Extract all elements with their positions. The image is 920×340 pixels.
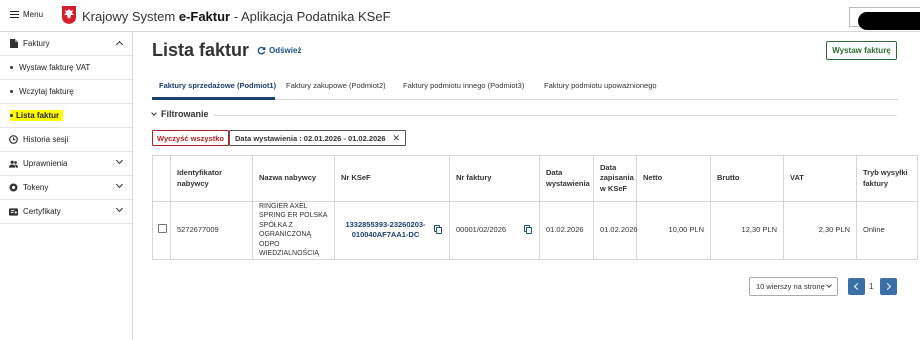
clear-all-filters-button[interactable]: Wyczyść wszystko xyxy=(152,130,229,146)
certificate-icon xyxy=(9,207,18,216)
select-column-header xyxy=(152,155,171,202)
previous-page-button[interactable] xyxy=(848,278,865,295)
copy-icon[interactable] xyxy=(434,225,443,235)
top-bar: Menu Krajowy System e-Faktur - Aplikacja… xyxy=(0,0,920,32)
column-header[interactable]: Brutto xyxy=(710,155,784,202)
app-title-prefix: Krajowy System xyxy=(82,9,179,24)
sidebar-item-label: Certyfikaty xyxy=(23,207,61,216)
sidebar: Faktury Wystaw fakturę VAT Wczytaj faktu… xyxy=(0,32,133,340)
user-name-redacted xyxy=(858,12,920,30)
sidebar-item-label: Faktury xyxy=(23,39,50,48)
chevron-up-icon xyxy=(115,40,124,49)
users-icon xyxy=(9,159,18,168)
gross-amount-cell: 12,30 PLN xyxy=(710,201,784,260)
filter-divider xyxy=(213,115,897,116)
sidebar-item-label: Wczytaj fakturę xyxy=(19,87,74,96)
sidebar-item-uprawnienia[interactable]: Uprawnienia xyxy=(0,152,132,176)
main-content: Lista faktur Odśwież Wystaw fakturę Fakt… xyxy=(134,32,920,340)
sidebar-item-label: Uprawnienia xyxy=(23,159,68,168)
table-header-row: Identyfikator nabywcy Nazwa nabywcy Nr K… xyxy=(152,155,918,202)
column-header[interactable]: VAT xyxy=(783,155,857,202)
chevron-left-icon xyxy=(853,282,862,291)
column-header[interactable]: Identyfikator nabywcy xyxy=(170,155,253,202)
sidebar-item-lista-faktur[interactable]: Lista faktur xyxy=(0,104,132,128)
tab-faktury-zakupowe[interactable]: Faktury zakupowe (Podmiot2) xyxy=(286,81,386,90)
buyer-id-cell: 5272677009 xyxy=(170,201,253,260)
column-header[interactable]: Netto xyxy=(636,155,711,202)
sidebar-item-historia-sesji[interactable]: Historia sesji xyxy=(0,128,132,152)
polish-eagle-logo-icon xyxy=(62,6,76,24)
tab-faktury-podmiotu-upowaznionego[interactable]: Faktury podmiotu upoważnionego xyxy=(544,81,657,90)
clock-icon xyxy=(9,135,18,144)
issue-invoice-button[interactable]: Wystaw fakturę xyxy=(826,41,897,60)
refresh-icon xyxy=(257,46,266,55)
sidebar-item-label: Historia sesji xyxy=(23,135,69,144)
column-header[interactable]: Tryb wysyłki faktury xyxy=(856,155,918,202)
active-tab-indicator xyxy=(152,97,275,100)
copy-icon[interactable] xyxy=(524,225,533,235)
chevron-down-icon xyxy=(115,180,124,189)
sidebar-item-certyfikaty[interactable]: Certyfikaty xyxy=(0,200,132,224)
refresh-button[interactable]: Odśwież xyxy=(257,46,301,55)
net-amount-cell: 10,00 PLN xyxy=(636,201,711,260)
vat-amount-cell: 2,30 PLN xyxy=(783,201,857,260)
column-header[interactable]: Data wystawienia xyxy=(539,155,594,202)
chevron-down-icon xyxy=(115,156,124,165)
saved-date-cell: 01.02.2026 xyxy=(593,201,638,260)
rows-per-page-select[interactable]: 10 wierszy na stronę xyxy=(749,277,838,296)
sidebar-item-label: Tokeny xyxy=(23,183,49,192)
app-title-suffix: - Aplikacja Podatnika KSeF xyxy=(230,9,391,24)
page-title: Lista faktur xyxy=(152,40,250,60)
sidebar-item-wystaw-fakture-vat[interactable]: Wystaw fakturę VAT xyxy=(0,56,132,80)
send-mode-cell: Online xyxy=(856,201,918,260)
next-page-button[interactable] xyxy=(880,278,897,295)
hamburger-icon xyxy=(10,11,19,19)
buyer-name-cell: RINGIER AXEL SPRING ER POLSKA SPÓŁKA Z O… xyxy=(252,201,335,260)
chevron-down-icon xyxy=(115,204,124,213)
filter-chip-issue-date: Data wystawienia : 02.01.2026 - 01.02.20… xyxy=(229,130,407,146)
bullet-icon xyxy=(10,114,13,117)
close-icon[interactable]: ✕ xyxy=(393,133,401,144)
row-select-checkbox[interactable] xyxy=(158,224,167,234)
column-header[interactable]: Nr faktury xyxy=(449,155,540,202)
column-header[interactable]: Data zapisania w KSeF xyxy=(593,155,637,202)
ksef-number-link[interactable]: 1332855393-23260203-010040AF7AA1-DC xyxy=(341,220,430,241)
rows-per-page-label: 10 wierszy na stronę xyxy=(756,282,825,291)
chevron-down-icon xyxy=(151,110,157,116)
sidebar-item-label: Lista faktur xyxy=(16,111,60,120)
refresh-label: Odśwież xyxy=(269,46,302,55)
tab-faktury-podmiotu-innego[interactable]: Faktury podmiotu innego (Podmiot3) xyxy=(403,81,524,90)
filter-chip-label: Data wystawienia : 02.01.2026 - 01.02.20… xyxy=(235,133,386,143)
sidebar-item-tokeny[interactable]: Tokeny xyxy=(0,176,132,200)
menu-label: Menu xyxy=(23,10,44,19)
filter-heading: Filtrowanie xyxy=(161,109,209,119)
invoice-table: Identyfikator nabywcy Nazwa nabywcy Nr K… xyxy=(152,155,918,260)
sidebar-item-label: Wystaw fakturę VAT xyxy=(19,63,91,72)
sidebar-item-wczytaj-fakture[interactable]: Wczytaj fakturę xyxy=(0,80,132,104)
app-title: Krajowy System e-Faktur - Aplikacja Poda… xyxy=(82,9,391,24)
filter-toggle[interactable]: Filtrowanie xyxy=(151,109,209,119)
column-header[interactable]: Nr KSeF xyxy=(334,155,450,202)
invoice-tabs: Faktury sprzedażowe (Podmiot1) Faktury z… xyxy=(152,76,898,100)
issue-date-cell: 01.02.2026 xyxy=(539,201,594,260)
sidebar-item-faktury[interactable]: Faktury xyxy=(0,32,132,56)
token-icon xyxy=(9,183,18,192)
column-header[interactable]: Nazwa nabywcy xyxy=(252,155,335,202)
chevron-down-icon xyxy=(826,282,832,288)
app-title-brand: e-Faktur xyxy=(178,9,231,24)
invoice-number-cell: 00001/02/2026 xyxy=(456,225,507,235)
sidebar-item-active-highlight: Lista faktur xyxy=(10,110,64,121)
chevron-right-icon xyxy=(883,282,892,291)
table-row[interactable]: 5272677009 RINGIER AXEL SPRING ER POLSKA… xyxy=(152,201,918,260)
current-page-number[interactable]: 1 xyxy=(869,282,873,291)
document-icon xyxy=(9,39,18,48)
bullet-icon xyxy=(10,66,13,69)
tab-faktury-sprzedazowe[interactable]: Faktury sprzedażowe (Podmiot1) xyxy=(159,81,276,90)
menu-button[interactable]: Menu xyxy=(10,10,43,19)
bullet-icon xyxy=(10,90,13,93)
